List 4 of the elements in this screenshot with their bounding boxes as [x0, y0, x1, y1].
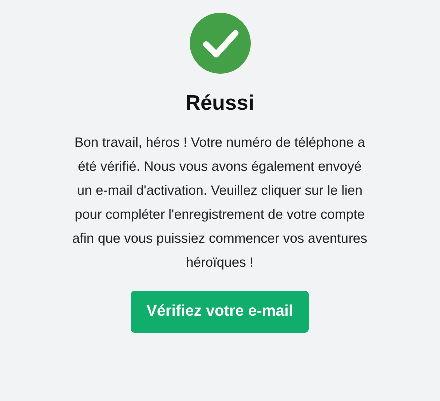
verify-email-button[interactable]: Vérifiez votre e-mail	[130, 291, 310, 333]
success-message: Bon travail, héros ! Votre numéro de téléphone a été vérifié. Nous vous avons également envoyé un e-mail d'activation. Veuillez cliquer sur le lien pour compléter l'enregistrement de votre compte afin que vous puissiez commencer vos aventures héroïques !	[72, 134, 368, 272]
checkmark-icon	[190, 13, 250, 74]
success-title: Réussi	[186, 92, 254, 116]
